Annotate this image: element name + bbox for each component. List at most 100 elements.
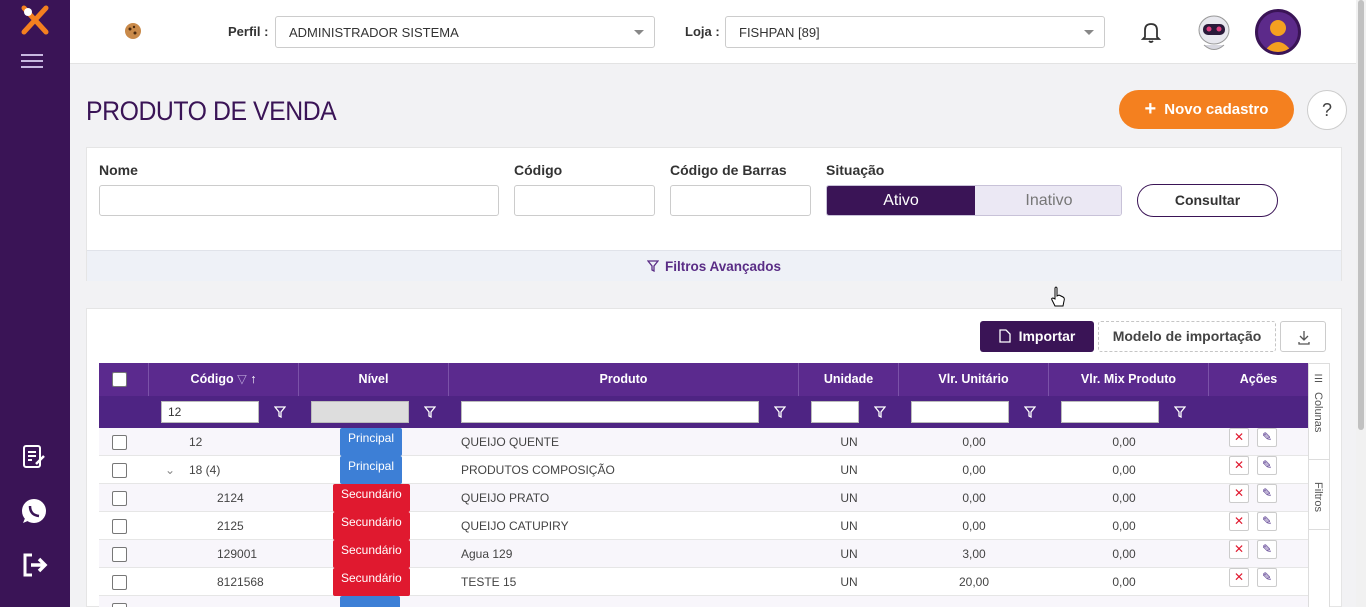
- col-vlr-mix[interactable]: Vlr. Mix Produto: [1049, 363, 1209, 396]
- col-vlr-unitario[interactable]: Vlr. Unitário: [899, 363, 1049, 396]
- cell-produto: Agua 129: [461, 547, 513, 561]
- filters-tab[interactable]: Filtros: [1309, 460, 1329, 530]
- chevron-down-icon[interactable]: ⌄: [165, 456, 175, 484]
- cell-produto: TESTE 15: [461, 575, 517, 589]
- table-row[interactable]: [99, 596, 1308, 607]
- codigo-label: Código: [514, 162, 563, 178]
- cell-produto: QUEIJO QUENTE: [461, 435, 560, 449]
- cell-vlr-mix: 0,00: [1112, 519, 1136, 533]
- grid-side-tabs: ☰ Colunas Filtros: [1308, 363, 1330, 607]
- delete-icon[interactable]: ✕: [1229, 568, 1249, 587]
- delete-icon[interactable]: ✕: [1229, 428, 1249, 447]
- col-unidade[interactable]: Unidade: [799, 363, 899, 396]
- inativo-option[interactable]: Inativo: [975, 186, 1121, 215]
- help-button[interactable]: ?: [1307, 90, 1347, 130]
- user-avatar[interactable]: [1255, 9, 1301, 55]
- delete-icon[interactable]: ✕: [1229, 540, 1249, 559]
- robot-assistant-icon[interactable]: [1194, 10, 1234, 54]
- table-row[interactable]: 12 Principal QUEIJO QUENTE UN 0,00 0,00 …: [99, 428, 1308, 456]
- filter-icon: [646, 260, 659, 272]
- delete-icon[interactable]: ✕: [1229, 456, 1249, 475]
- cell-unidade: UN: [840, 519, 858, 533]
- row-checkbox[interactable]: [112, 463, 127, 478]
- cell-unidade: UN: [840, 463, 858, 477]
- edit-icon[interactable]: ✎: [1257, 568, 1277, 587]
- logout-icon[interactable]: [19, 550, 49, 580]
- cookie-icon[interactable]: [122, 20, 144, 42]
- row-checkbox[interactable]: [112, 575, 127, 590]
- cell-unidade: UN: [840, 575, 858, 589]
- row-checkbox[interactable]: [112, 519, 127, 534]
- select-all-checkbox[interactable]: [112, 372, 127, 387]
- filter-icon[interactable]: [774, 406, 786, 418]
- ativo-option[interactable]: Ativo: [827, 186, 975, 215]
- edit-icon[interactable]: ✎: [1257, 540, 1277, 559]
- cell-vlr-mix: 0,00: [1112, 491, 1136, 505]
- advanced-filters-toggle[interactable]: Filtros Avançados: [87, 250, 1341, 281]
- filter-icon[interactable]: [874, 406, 886, 418]
- cell-codigo: 12: [189, 435, 203, 449]
- edit-icon[interactable]: ✎: [1257, 484, 1277, 503]
- filter-icon[interactable]: [1174, 406, 1186, 418]
- table-row[interactable]: 8121568 Secundário TESTE 15 UN 20,00 0,0…: [99, 568, 1308, 596]
- codigo-barras-input[interactable]: [670, 185, 811, 216]
- download-button[interactable]: [1280, 321, 1326, 352]
- nome-input[interactable]: [99, 185, 499, 216]
- table-row[interactable]: 2124 Secundário QUEIJO PRATO UN 0,00 0,0…: [99, 484, 1308, 512]
- consultar-button[interactable]: Consultar: [1137, 184, 1278, 217]
- produto-filter-input[interactable]: [461, 401, 759, 423]
- cell-produto: QUEIJO PRATO: [461, 491, 550, 505]
- perfil-value: ADMINISTRADOR SISTEMA: [289, 25, 459, 40]
- filter-icon[interactable]: [274, 406, 286, 418]
- row-checkbox[interactable]: [112, 435, 127, 450]
- filter-icon[interactable]: [1024, 406, 1036, 418]
- delete-icon[interactable]: ✕: [1229, 512, 1249, 531]
- nivel-filter-select[interactable]: [311, 401, 409, 423]
- row-checkbox[interactable]: [112, 491, 127, 506]
- bell-icon[interactable]: [1140, 20, 1162, 44]
- edit-icon[interactable]: ✎: [1257, 512, 1277, 531]
- table-row[interactable]: 2125 Secundário QUEIJO CATUPIRY UN 0,00 …: [99, 512, 1308, 540]
- loja-select[interactable]: FISHPAN [89]: [725, 16, 1105, 48]
- vlr-mix-filter-input[interactable]: [1061, 401, 1159, 423]
- table-row[interactable]: 129001 Secundário Agua 129 UN 3,00 0,00 …: [99, 540, 1308, 568]
- table-row[interactable]: ⌄ 18 (4) Principal PRODUTOS COMPOSIÇÃO U…: [99, 456, 1308, 484]
- edit-icon[interactable]: ✎: [1257, 428, 1277, 447]
- cell-codigo: 2124: [217, 491, 244, 505]
- cell-unidade: UN: [840, 435, 858, 449]
- nivel-badge: Principal: [340, 456, 403, 484]
- page-scrollbar[interactable]: [1356, 0, 1366, 607]
- codigo-filter-input[interactable]: 12: [161, 401, 259, 423]
- download-icon: [1298, 331, 1310, 345]
- new-record-button[interactable]: + Novo cadastro: [1119, 90, 1294, 129]
- filter-icon: ▽: [237, 372, 247, 386]
- app-logo-icon[interactable]: [18, 4, 52, 38]
- col-codigo[interactable]: Código ▽ ↑: [149, 363, 299, 396]
- user-icon: [1264, 20, 1292, 52]
- filter-icon[interactable]: [424, 406, 436, 418]
- import-button[interactable]: Importar: [980, 321, 1094, 352]
- cell-vlr-unitario: 0,00: [962, 519, 986, 533]
- col-produto[interactable]: Produto: [449, 363, 799, 396]
- cell-vlr-mix: 0,00: [1112, 575, 1136, 589]
- page-title: PRODUTO DE VENDA: [86, 96, 337, 126]
- whatsapp-icon[interactable]: [19, 496, 49, 526]
- sort-up-icon: ↑: [250, 372, 257, 386]
- delete-icon[interactable]: ✕: [1229, 484, 1249, 503]
- import-model-button[interactable]: Modelo de importação: [1098, 321, 1276, 352]
- row-checkbox[interactable]: [112, 547, 127, 562]
- chevron-down-icon: [1084, 30, 1094, 35]
- edit-icon[interactable]: ✎: [1257, 456, 1277, 475]
- cell-codigo: 8121568: [217, 575, 264, 589]
- row-checkbox[interactable]: [112, 603, 127, 607]
- vlr-unitario-filter-input[interactable]: [911, 401, 1009, 423]
- unidade-filter-input[interactable]: [811, 401, 859, 423]
- document-edit-icon[interactable]: [19, 442, 49, 472]
- columns-tab[interactable]: ☰ Colunas: [1309, 364, 1329, 460]
- nivel-badge: Principal: [340, 428, 403, 456]
- perfil-select[interactable]: ADMINISTRADOR SISTEMA: [275, 16, 655, 48]
- col-nivel[interactable]: Nível: [299, 363, 449, 396]
- codigo-input[interactable]: [514, 185, 655, 216]
- grid-header: Código ▽ ↑ Nível Produto Unidade Vlr. Un…: [99, 363, 1308, 396]
- menu-icon[interactable]: [21, 54, 43, 72]
